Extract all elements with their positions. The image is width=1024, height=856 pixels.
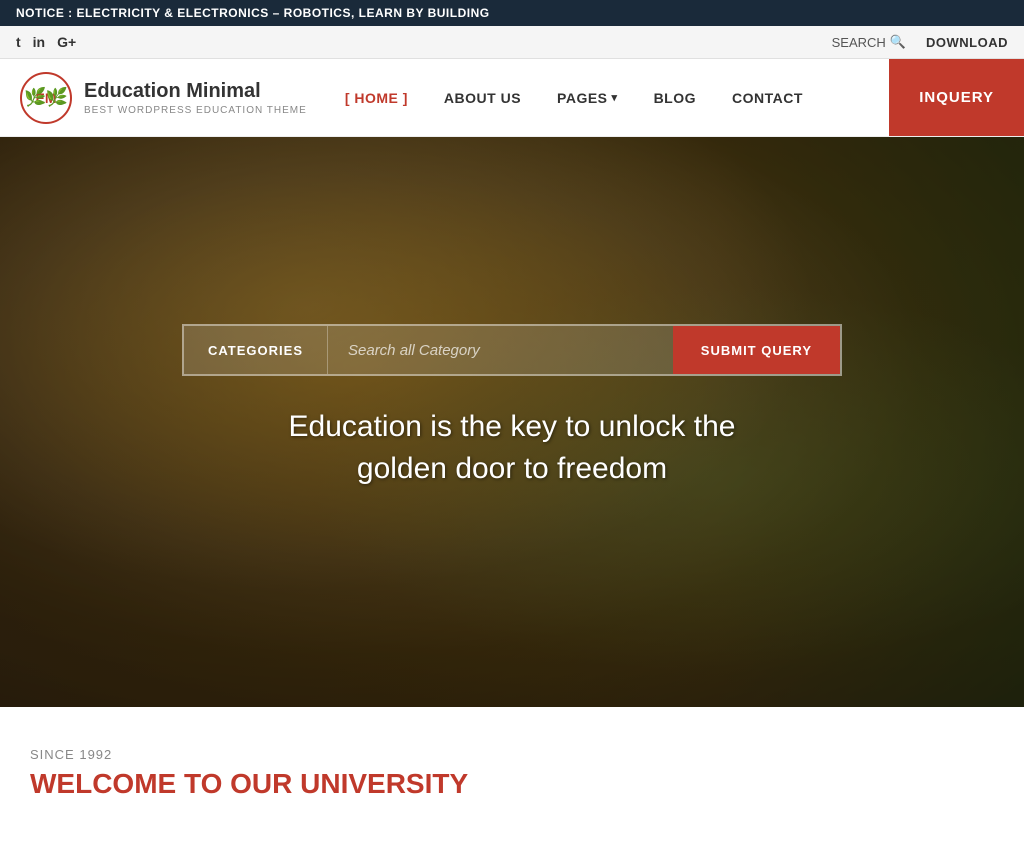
social-icons: t in G+ [16,34,76,50]
submit-query-button[interactable]: SUBMIT QUERY [673,326,840,374]
top-bar: t in G+ SEARCH 🔍 DOWNLOAD [0,26,1024,59]
inquiry-button[interactable]: INQUERY [889,59,1024,136]
categories-button[interactable]: CATEGORIES [184,326,328,374]
main-nav: 🌿 EM 🌿 Education Minimal BEST WORDPRESS … [0,59,1024,137]
wreath-right-icon: 🌿 [46,87,68,108]
wreath-left-icon: 🌿 [24,87,46,108]
download-link[interactable]: DOWNLOAD [926,35,1008,50]
welcome-title: WELCOME TO OUR UNIVERSITY [30,768,994,800]
nav-item-home[interactable]: [ HOME ] [327,60,426,136]
notice-text: ELECTRICITY & ELECTRONICS – ROBOTICS, LE… [77,6,490,20]
hero-search-input[interactable] [328,326,673,374]
notice-bar: NOTICE : ELECTRICITY & ELECTRONICS – ROB… [0,0,1024,26]
nav-item-blog[interactable]: BLOG [636,60,714,136]
nav-item-pages[interactable]: PAGES ▾ [539,60,636,136]
top-bar-right: SEARCH 🔍 DOWNLOAD [832,34,1008,50]
hero-section: CATEGORIES SUBMIT QUERY Education is the… [0,137,1024,707]
logo-title: Education Minimal [84,78,307,104]
hero-content: CATEGORIES SUBMIT QUERY Education is the… [0,324,1024,490]
nav-links: [ HOME ] ABOUT US PAGES ▾ BLOG CONTACT [327,60,889,136]
googleplus-icon[interactable]: G+ [57,34,76,50]
since-label: SINCE 1992 [30,747,994,762]
chevron-down-icon: ▾ [612,91,618,104]
notice-prefix: NOTICE : [16,6,73,20]
logo-badge: 🌿 EM 🌿 [20,72,72,124]
search-icon: 🔍 [890,34,906,50]
search-label: SEARCH [832,35,886,50]
nav-item-contact[interactable]: CONTACT [714,60,821,136]
nav-item-about[interactable]: ABOUT US [426,60,539,136]
logo-subtitle: BEST WORDPRESS EDUCATION THEME [84,104,307,117]
twitter-icon[interactable]: t [16,34,21,50]
below-hero-section: SINCE 1992 WELCOME TO OUR UNIVERSITY [0,707,1024,820]
logo-area: 🌿 EM 🌿 Education Minimal BEST WORDPRESS … [0,60,327,136]
search-area[interactable]: SEARCH 🔍 [832,34,906,50]
linkedin-icon[interactable]: in [33,34,45,50]
hero-search-bar: CATEGORIES SUBMIT QUERY [182,324,842,376]
logo-text: Education Minimal BEST WORDPRESS EDUCATI… [84,78,307,117]
hero-tagline: Education is the key to unlock the golde… [252,406,772,490]
nav-pages-label: PAGES [557,90,607,106]
